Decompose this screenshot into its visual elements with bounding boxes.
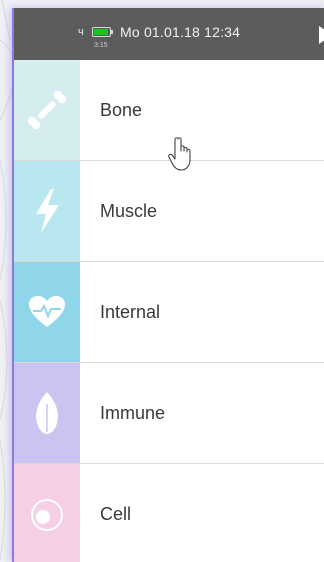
- leaf-icon: [36, 392, 58, 434]
- menu-item-immune[interactable]: Immune: [14, 363, 324, 464]
- menu-item-label: Muscle: [100, 200, 158, 221]
- immune-tile: [14, 363, 80, 463]
- battery-time: 3:15: [94, 42, 108, 49]
- menu-item-label: Cell: [100, 504, 132, 524]
- muscle-tile: [14, 161, 80, 261]
- bone-tile: [14, 60, 80, 160]
- lightning-icon: [36, 189, 59, 233]
- menu-item-cell[interactable]: Cell: [14, 464, 324, 562]
- cell-tile: [14, 464, 80, 562]
- menu-item-label: Internal: [100, 301, 161, 322]
- internal-tile: [14, 262, 80, 362]
- bone-icon: [27, 90, 67, 130]
- menu-item-internal[interactable]: Internal: [14, 262, 324, 363]
- play-icon[interactable]: [319, 26, 324, 44]
- menu-item-muscle[interactable]: Muscle: [14, 161, 324, 262]
- signal-indicator: ч: [78, 26, 84, 38]
- device-screen: ч 3:15 Mo 01.01.18 12:34 Bone Muscle Int…: [12, 8, 324, 562]
- battery-icon: [92, 27, 113, 37]
- hand-pointer-icon: [168, 137, 191, 171]
- status-bar: ч 3:15 Mo 01.01.18 12:34: [14, 8, 324, 60]
- menu-item-label: Bone: [100, 99, 143, 120]
- heart-pulse-icon: [29, 296, 65, 327]
- date-time: Mo 01.01.18 12:34: [120, 24, 241, 40]
- menu-item-label: Immune: [100, 402, 166, 423]
- cell-icon: [31, 498, 63, 531]
